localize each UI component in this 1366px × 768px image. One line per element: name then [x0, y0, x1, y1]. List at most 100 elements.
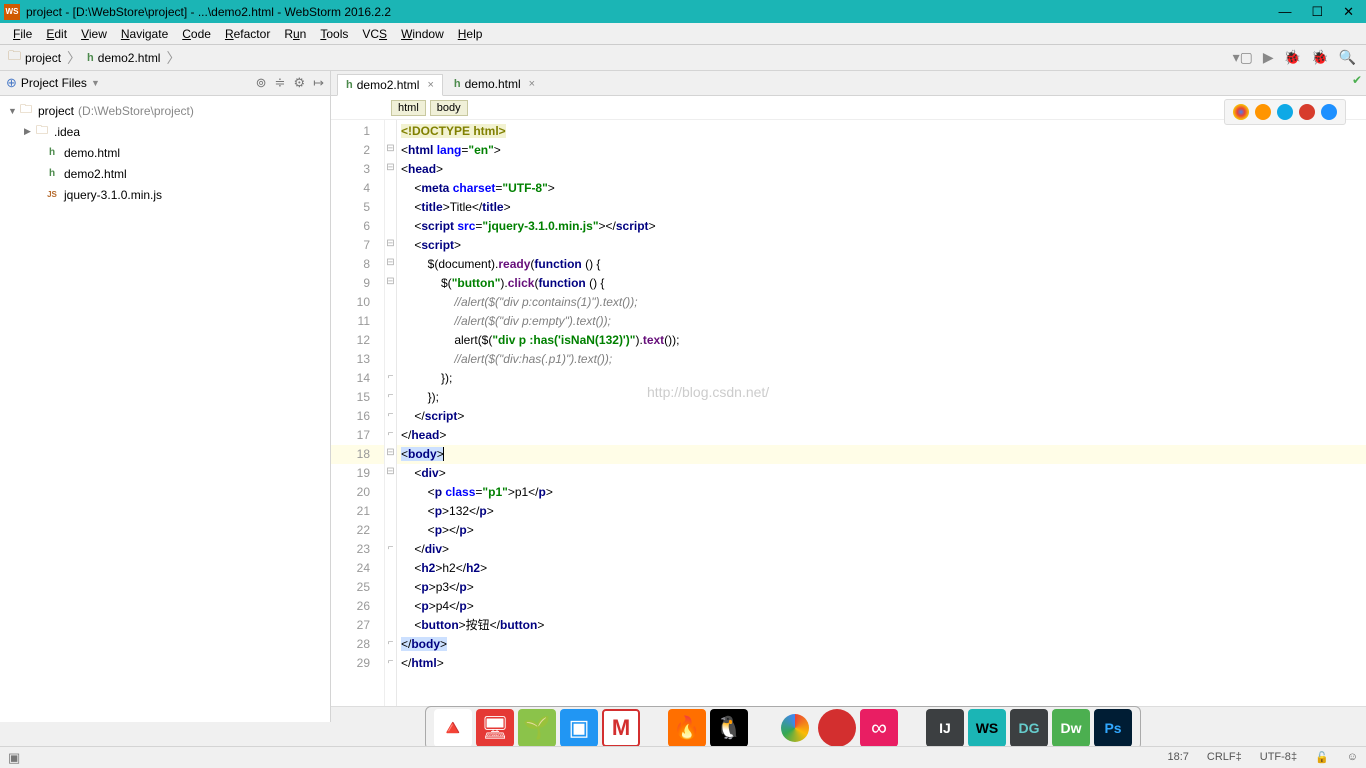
- taskbar-datagrip[interactable]: DG: [1010, 709, 1048, 747]
- editor-tab-active[interactable]: h demo2.html ×: [337, 74, 443, 96]
- menu-tools[interactable]: Tools: [313, 25, 355, 43]
- taskbar-app[interactable]: 🖥: [476, 709, 514, 747]
- taskbar-app[interactable]: 🐧: [710, 709, 748, 747]
- window-title: project - [D:\WebStore\project] - ...\de…: [26, 5, 1278, 19]
- close-button[interactable]: ✕: [1343, 4, 1354, 20]
- lock-icon[interactable]: 🔓: [1315, 751, 1329, 764]
- statusbar-icon[interactable]: ▣: [8, 750, 20, 766]
- project-title[interactable]: Project Files: [21, 76, 87, 90]
- collapse-icon[interactable]: ≑: [275, 75, 286, 91]
- firefox-icon[interactable]: [1255, 104, 1271, 120]
- taskbar-intellij[interactable]: IJ: [926, 709, 964, 747]
- editor-tabs: h demo2.html × h demo.html ×: [331, 71, 1366, 96]
- menu-edit[interactable]: Edit: [39, 25, 74, 43]
- menu-code[interactable]: Code: [175, 25, 218, 43]
- tree-file[interactable]: JS jquery-3.1.0.min.js: [0, 184, 330, 205]
- taskbar-app[interactable]: 🔺: [434, 709, 472, 747]
- taskbar-app[interactable]: 🔥: [668, 709, 706, 747]
- taskbar-dreamweaver[interactable]: Dw: [1052, 709, 1090, 747]
- hide-icon[interactable]: ↦: [313, 75, 324, 91]
- status-ok-icon: ✔: [1352, 73, 1362, 87]
- code-body[interactable]: http://blog.csdn.net/ <!DOCTYPE html><ht…: [397, 120, 1366, 706]
- locate-icon[interactable]: ⊚: [256, 75, 267, 91]
- menu-help[interactable]: Help: [451, 25, 490, 43]
- gear-icon[interactable]: ⚙: [293, 75, 305, 91]
- structure-breadcrumbs: html body: [331, 96, 1366, 120]
- menu-file[interactable]: File: [6, 25, 39, 43]
- taskbar-app[interactable]: ∞: [860, 709, 898, 747]
- html-file-icon: h: [454, 78, 461, 90]
- project-panel: ⊕ Project Files ▼ ⊚ ≑ ⚙ ↦ ▼ 🗀 project (D…: [0, 71, 331, 722]
- maximize-button[interactable]: ☐: [1311, 4, 1323, 20]
- taskbar-opera[interactable]: [818, 709, 856, 747]
- menu-refactor[interactable]: Refactor: [218, 25, 277, 43]
- html-file-icon: h: [346, 79, 353, 91]
- breadcrumb-root[interactable]: 🗀 project: [4, 45, 65, 71]
- taskbar: 🔺 🖥 🌱 ▣ M 🔥 🐧 ∞ IJ WS DG Dw Ps: [280, 706, 1286, 750]
- ie-icon[interactable]: [1321, 104, 1337, 120]
- dropdown-icon[interactable]: ▾▢: [1233, 49, 1253, 66]
- tree-label: demo.html: [64, 146, 120, 160]
- close-icon[interactable]: ×: [427, 79, 433, 91]
- debug-button[interactable]: 🐞: [1284, 49, 1301, 66]
- cursor-position[interactable]: 18:7: [1167, 751, 1188, 764]
- menu-run[interactable]: Run: [277, 25, 313, 43]
- tree-label: jquery-3.1.0.min.js: [64, 188, 162, 202]
- app-icon: WS: [4, 4, 20, 20]
- line-ending[interactable]: CRLF‡: [1207, 751, 1242, 764]
- tree-project-root[interactable]: ▼ 🗀 project (D:\WebStore\project): [0, 100, 330, 121]
- crumb-body[interactable]: body: [430, 100, 468, 116]
- html-file-icon: h: [44, 147, 60, 158]
- nav-bar: 🗀 project 〉 h demo2.html 〉 ▾▢ ▶ 🐞 🐞 🔍: [0, 45, 1366, 71]
- breadcrumb-sep: 〉: [166, 48, 180, 68]
- search-button[interactable]: 🔍: [1339, 49, 1356, 66]
- gutter[interactable]: 1234567891011121314151617181920212223242…: [331, 120, 385, 706]
- arrow-down-icon[interactable]: ▼: [8, 106, 18, 116]
- tree-label: demo2.html: [64, 167, 127, 181]
- fold-strip[interactable]: ⊟⊟⊟⊟⊟⌐⌐⌐⌐⊟⊟⌐⌐⌐: [385, 120, 397, 706]
- breadcrumb-file[interactable]: h demo2.html: [83, 49, 164, 67]
- project-icon: ⊕: [6, 75, 17, 91]
- tree-idea-folder[interactable]: ▶ 🗀 .idea: [0, 121, 330, 142]
- folder-icon: 🗀: [34, 121, 50, 142]
- chevron-down-icon[interactable]: ▼: [91, 78, 100, 88]
- tree-label: project: [38, 104, 74, 118]
- debug-button-2[interactable]: 🐞: [1311, 49, 1328, 66]
- run-button[interactable]: ▶: [1263, 49, 1274, 66]
- opera-icon[interactable]: [1299, 104, 1315, 120]
- taskbar-app[interactable]: M: [602, 709, 640, 747]
- taskbar-webstorm[interactable]: WS: [968, 709, 1006, 747]
- hector-icon[interactable]: ☺: [1347, 751, 1358, 764]
- tree-label: .idea: [54, 125, 80, 139]
- tree-file[interactable]: h demo2.html: [0, 163, 330, 184]
- browser-preview-bar: [1224, 99, 1346, 125]
- menu-window[interactable]: Window: [394, 25, 451, 43]
- project-header: ⊕ Project Files ▼ ⊚ ≑ ⚙ ↦: [0, 71, 330, 96]
- tree-path: (D:\WebStore\project): [78, 104, 194, 118]
- folder-icon: 🗀: [8, 47, 21, 69]
- editor-tab[interactable]: h demo.html ×: [445, 73, 544, 95]
- taskbar-app[interactable]: 🌱: [518, 709, 556, 747]
- menu-vcs[interactable]: VCS: [355, 25, 394, 43]
- folder-icon: 🗀: [18, 100, 34, 121]
- breadcrumb-file-label: demo2.html: [98, 51, 161, 65]
- taskbar-app[interactable]: ▣: [560, 709, 598, 747]
- crumb-html[interactable]: html: [391, 100, 426, 116]
- statusbar: ▣ 18:7 CRLF‡ UTF-8‡ 🔓 ☺: [0, 746, 1366, 768]
- encoding[interactable]: UTF-8‡: [1260, 751, 1297, 764]
- taskbar-chrome[interactable]: [776, 709, 814, 747]
- tree-file[interactable]: h demo.html: [0, 142, 330, 163]
- safari-icon[interactable]: [1277, 104, 1293, 120]
- minimize-button[interactable]: —: [1278, 4, 1291, 20]
- html-file-icon: h: [87, 52, 94, 64]
- tab-label: demo2.html: [357, 78, 420, 92]
- breadcrumb-root-label: project: [25, 51, 61, 65]
- code-editor[interactable]: 1234567891011121314151617181920212223242…: [331, 120, 1366, 706]
- editor-area: h demo2.html × h demo.html × html body ✔…: [331, 71, 1366, 722]
- menu-view[interactable]: View: [74, 25, 114, 43]
- taskbar-photoshop[interactable]: Ps: [1094, 709, 1132, 747]
- menu-navigate[interactable]: Navigate: [114, 25, 175, 43]
- arrow-right-icon[interactable]: ▶: [24, 126, 34, 137]
- close-icon[interactable]: ×: [529, 78, 535, 90]
- chrome-icon[interactable]: [1233, 104, 1249, 120]
